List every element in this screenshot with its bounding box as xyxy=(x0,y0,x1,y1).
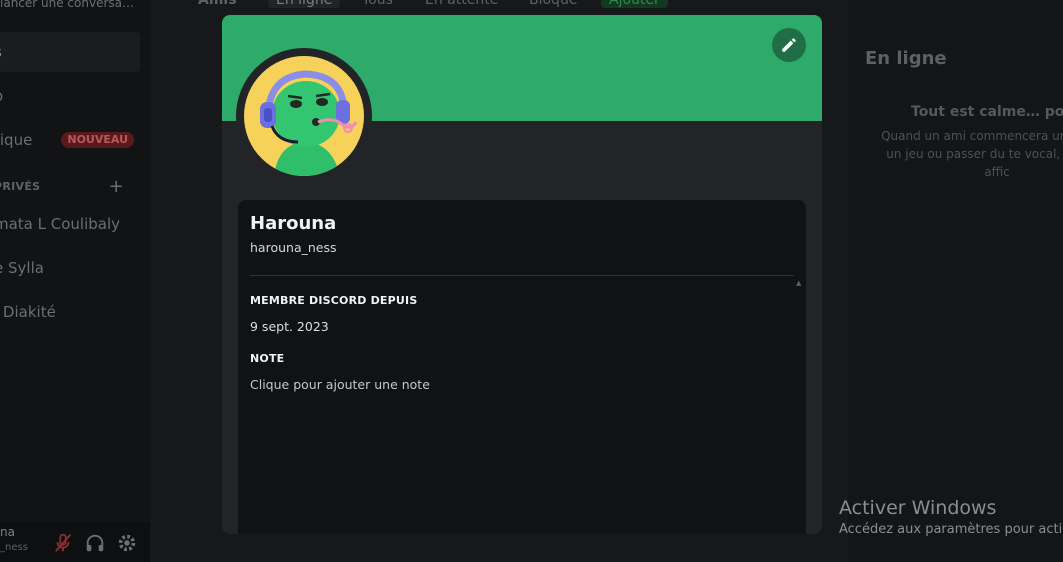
display-name: Harouna xyxy=(250,213,337,234)
tab-blocked[interactable]: Bloqué xyxy=(529,0,577,8)
edit-profile-button[interactable] xyxy=(772,28,806,62)
new-badge: NOUVEAU xyxy=(61,132,134,148)
member-since-date: 9 sept. 2023 xyxy=(250,319,329,334)
user-profile-modal: Harouna harouna_ness ▲ MEMBRE DISCORD DE… xyxy=(222,15,822,534)
note-input[interactable]: Clique pour ajouter une note xyxy=(250,377,430,392)
tab-all[interactable]: Tous xyxy=(362,0,393,8)
headset-icon[interactable] xyxy=(84,532,106,554)
mic-off-icon[interactable] xyxy=(52,532,74,554)
add-dm-button[interactable]: + xyxy=(109,176,124,197)
tab-online[interactable]: En ligne xyxy=(268,0,341,8)
tab-pending[interactable]: En attente xyxy=(425,0,498,8)
divider xyxy=(250,275,794,276)
member-since-label: MEMBRE DISCORD DEPUIS xyxy=(250,294,418,307)
watermark-title: Activer Windows xyxy=(839,497,997,519)
dm-section-header: PRIVÉS + xyxy=(0,176,134,197)
sidebar: lancer une conversa… s o tique NOUVEAU P… xyxy=(0,0,150,562)
gear-icon[interactable] xyxy=(116,532,138,554)
pencil-icon xyxy=(782,38,796,52)
sidebar-item-friends[interactable]: s xyxy=(0,32,140,72)
sidebar-item-shop[interactable]: tique NOUVEAU xyxy=(0,120,140,160)
dm-item[interactable]: mata L Coulibaly xyxy=(0,204,140,244)
empty-state-text: Quand un ami commencera un jouer à un je… xyxy=(881,129,1063,179)
avatar[interactable] xyxy=(244,56,364,176)
sidebar-item-label: tique xyxy=(0,131,33,149)
active-now-title: En ligne xyxy=(865,48,947,69)
profile-info-card: Harouna harouna_ness ▲ MEMBRE DISCORD DE… xyxy=(238,200,806,534)
dm-section-label: PRIVÉS xyxy=(0,180,41,193)
sidebar-item-nitro[interactable]: o xyxy=(0,76,140,116)
add-friend-button[interactable]: Ajouter xyxy=(601,0,668,8)
windows-activation-watermark: Activer Windows Accédez aux paramètres p… xyxy=(839,497,1062,537)
note-label: NOTE xyxy=(250,352,285,365)
avatar-frame xyxy=(236,48,372,184)
start-conversation-input[interactable]: lancer une conversa… xyxy=(0,0,140,14)
avatar-image xyxy=(244,56,364,176)
nav-title-friends: Amis xyxy=(198,0,237,8)
username: harouna_ness xyxy=(250,240,337,255)
dm-item[interactable]: l Diakité xyxy=(0,292,140,332)
scrollbar-up-arrow[interactable]: ▲ xyxy=(796,279,801,287)
user-name: na xyxy=(0,525,15,539)
dm-item[interactable]: e Sylla xyxy=(0,248,140,288)
active-now-panel: En ligne Tout est calme… pour Quand un a… xyxy=(846,0,1063,562)
user-tag: _ness xyxy=(0,542,28,553)
watermark-subtitle: Accédez aux paramètres pour acti xyxy=(839,522,1063,537)
empty-state-title: Tout est calme… pour xyxy=(911,104,1063,120)
user-panel: na _ness xyxy=(0,522,150,562)
